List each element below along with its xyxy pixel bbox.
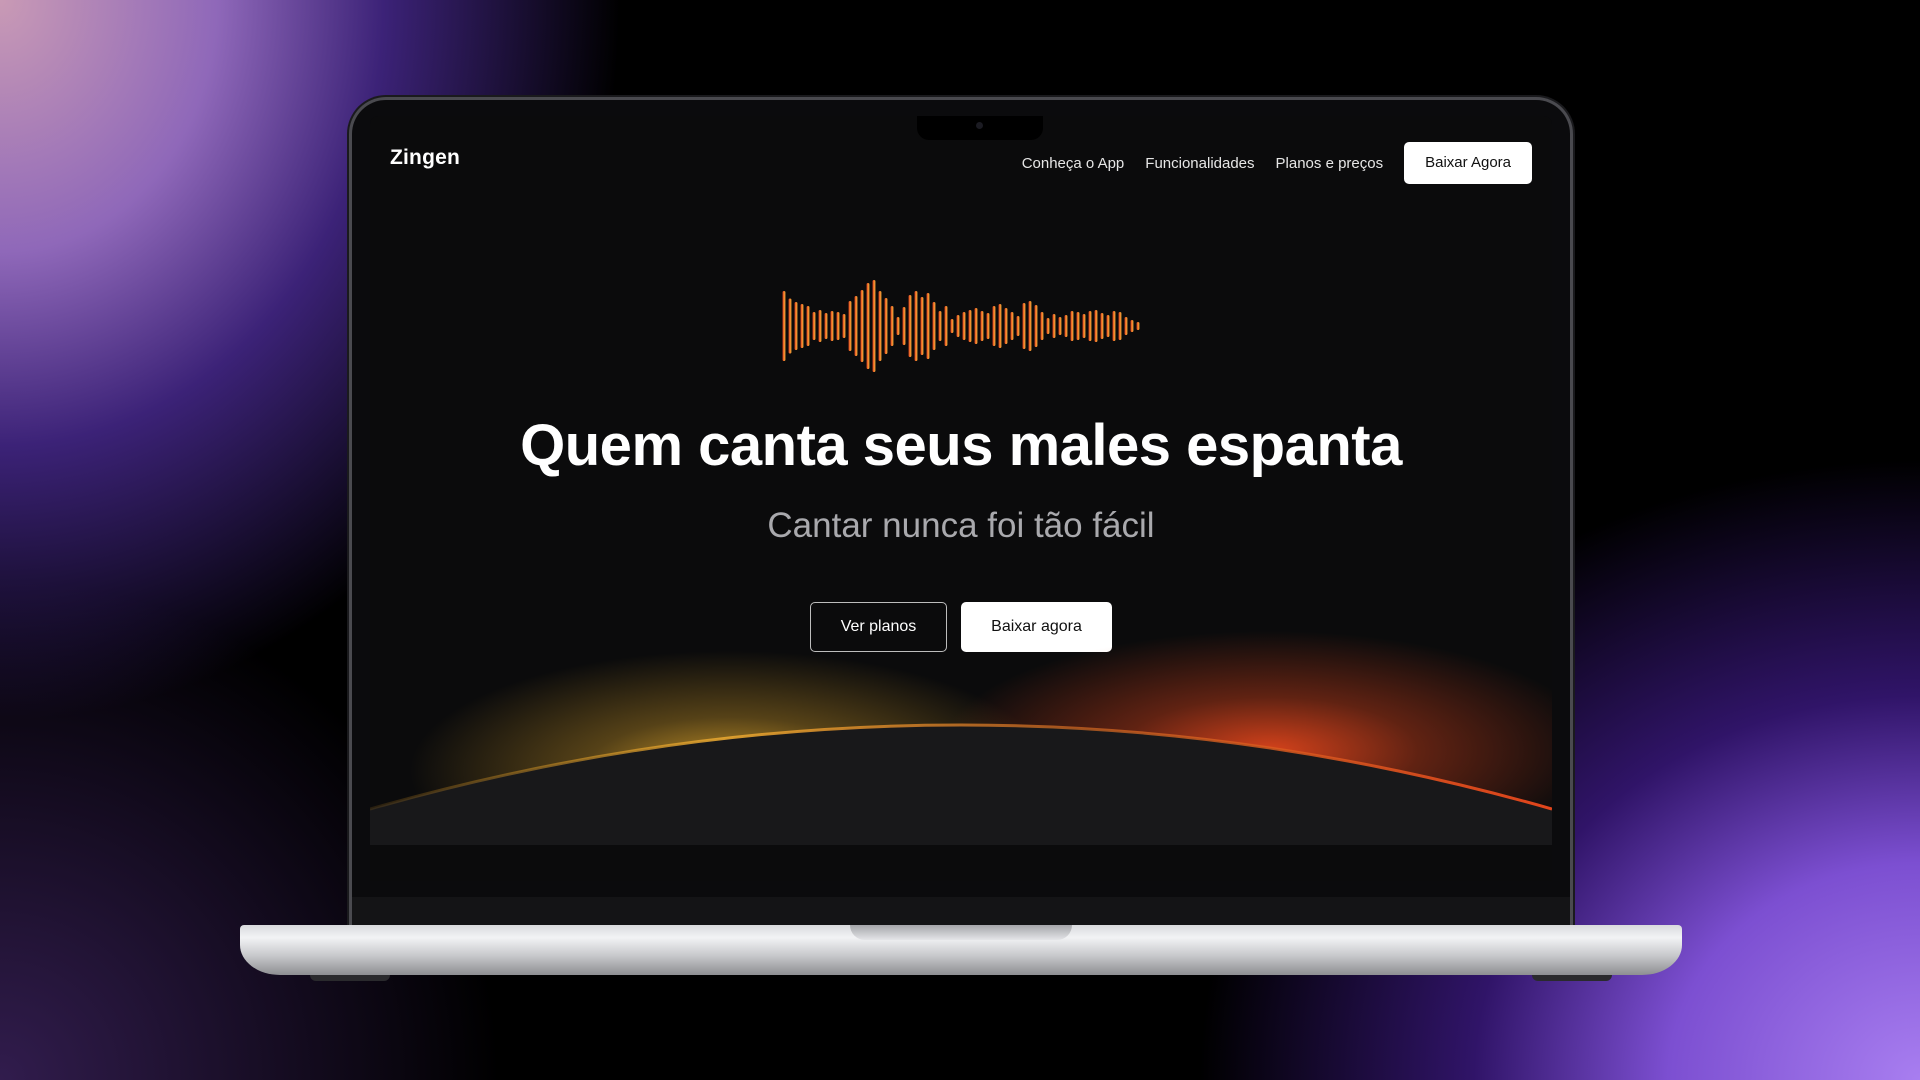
soundwave-bar bbox=[1064, 315, 1068, 337]
soundwave-bar bbox=[962, 312, 966, 340]
soundwave-bar bbox=[788, 298, 792, 354]
soundwave-bar bbox=[866, 283, 870, 369]
soundwave-bar bbox=[1034, 305, 1038, 347]
browser-viewport: Zingen Conheça o App Funcionalidades Pla… bbox=[370, 116, 1552, 881]
soundwave-bar bbox=[956, 315, 960, 337]
soundwave-bar bbox=[848, 301, 852, 351]
laptop-chin bbox=[352, 897, 1570, 927]
laptop-lid: Zingen Conheça o App Funcionalidades Pla… bbox=[352, 100, 1570, 927]
nav-link-planos[interactable]: Planos e preços bbox=[1276, 155, 1384, 172]
soundwave-bar bbox=[926, 293, 930, 359]
soundwave-bar bbox=[1100, 313, 1104, 339]
nav-link-funcionalidades[interactable]: Funcionalidades bbox=[1145, 155, 1254, 172]
nav-links: Conheça o App Funcionalidades Planos e p… bbox=[1022, 142, 1532, 184]
soundwave-bar bbox=[854, 296, 858, 356]
soundwave-icon bbox=[782, 280, 1140, 372]
soundwave-bar bbox=[902, 307, 906, 345]
soundwave-bar bbox=[914, 291, 918, 361]
soundwave-bar bbox=[980, 311, 984, 341]
soundwave-bar bbox=[974, 308, 978, 344]
nav-link-conheca[interactable]: Conheça o App bbox=[1022, 155, 1125, 172]
soundwave-bar bbox=[800, 304, 804, 348]
soundwave-bar bbox=[896, 317, 900, 335]
soundwave-bar bbox=[830, 311, 834, 341]
soundwave-bar bbox=[878, 291, 882, 361]
soundwave-bar bbox=[1022, 303, 1026, 349]
hero-headline: Quem canta seus males espanta bbox=[520, 413, 1402, 478]
soundwave-bar bbox=[818, 310, 822, 342]
soundwave-bar bbox=[1118, 312, 1122, 340]
soundwave-bar bbox=[824, 313, 828, 339]
camera-icon bbox=[976, 122, 983, 129]
soundwave-bar bbox=[932, 302, 936, 350]
soundwave-bar bbox=[998, 304, 1002, 348]
soundwave-bar bbox=[1112, 311, 1116, 341]
soundwave-bar bbox=[968, 310, 972, 342]
soundwave-bar bbox=[1028, 301, 1032, 351]
soundwave-bar bbox=[872, 280, 876, 372]
soundwave-bar bbox=[1058, 317, 1062, 335]
soundwave-bar bbox=[944, 306, 948, 346]
soundwave-bar bbox=[794, 302, 798, 350]
soundwave-bar bbox=[1130, 320, 1134, 332]
soundwave-bar bbox=[1010, 312, 1014, 340]
soundwave-bar bbox=[1088, 311, 1092, 341]
laptop-foot-left bbox=[310, 975, 390, 981]
laptop-foot-right bbox=[1532, 975, 1612, 981]
camera-notch bbox=[917, 116, 1043, 140]
soundwave-bar bbox=[938, 311, 942, 341]
soundwave-bar bbox=[842, 314, 846, 338]
soundwave-bar bbox=[1106, 315, 1110, 337]
soundwave-bar bbox=[1046, 318, 1050, 334]
soundwave-bar bbox=[1082, 314, 1086, 338]
laptop-base-lip bbox=[850, 925, 1072, 940]
soundwave-bar bbox=[1040, 312, 1044, 340]
hero-subheadline: Cantar nunca foi tão fácil bbox=[767, 506, 1155, 545]
soundwave-bar bbox=[1052, 314, 1056, 338]
soundwave-bar bbox=[1076, 312, 1080, 340]
soundwave-bar bbox=[812, 312, 816, 340]
laptop-base bbox=[240, 925, 1682, 981]
soundwave-bar bbox=[950, 319, 954, 333]
screen-bottom-bar bbox=[370, 845, 1552, 881]
soundwave-bar bbox=[1136, 322, 1140, 330]
soundwave-bar bbox=[986, 313, 990, 339]
soundwave-bar bbox=[782, 291, 786, 361]
soundwave-bar bbox=[836, 312, 840, 340]
soundwave-bar bbox=[1070, 311, 1074, 341]
soundwave-bar bbox=[1016, 316, 1020, 336]
soundwave-graphic bbox=[370, 278, 1552, 374]
soundwave-bar bbox=[860, 290, 864, 362]
soundwave-bar bbox=[806, 306, 810, 346]
soundwave-bar bbox=[908, 295, 912, 357]
brand-logo[interactable]: Zingen bbox=[390, 146, 460, 170]
soundwave-bar bbox=[992, 306, 996, 346]
soundwave-bar bbox=[884, 298, 888, 354]
soundwave-bar bbox=[890, 306, 894, 346]
soundwave-bar bbox=[1004, 308, 1008, 344]
glowing-horizon bbox=[370, 631, 1552, 881]
soundwave-bar bbox=[1124, 317, 1128, 335]
soundwave-bar bbox=[1094, 310, 1098, 342]
soundwave-bar bbox=[920, 297, 924, 355]
nav-download-button[interactable]: Baixar Agora bbox=[1404, 142, 1532, 184]
